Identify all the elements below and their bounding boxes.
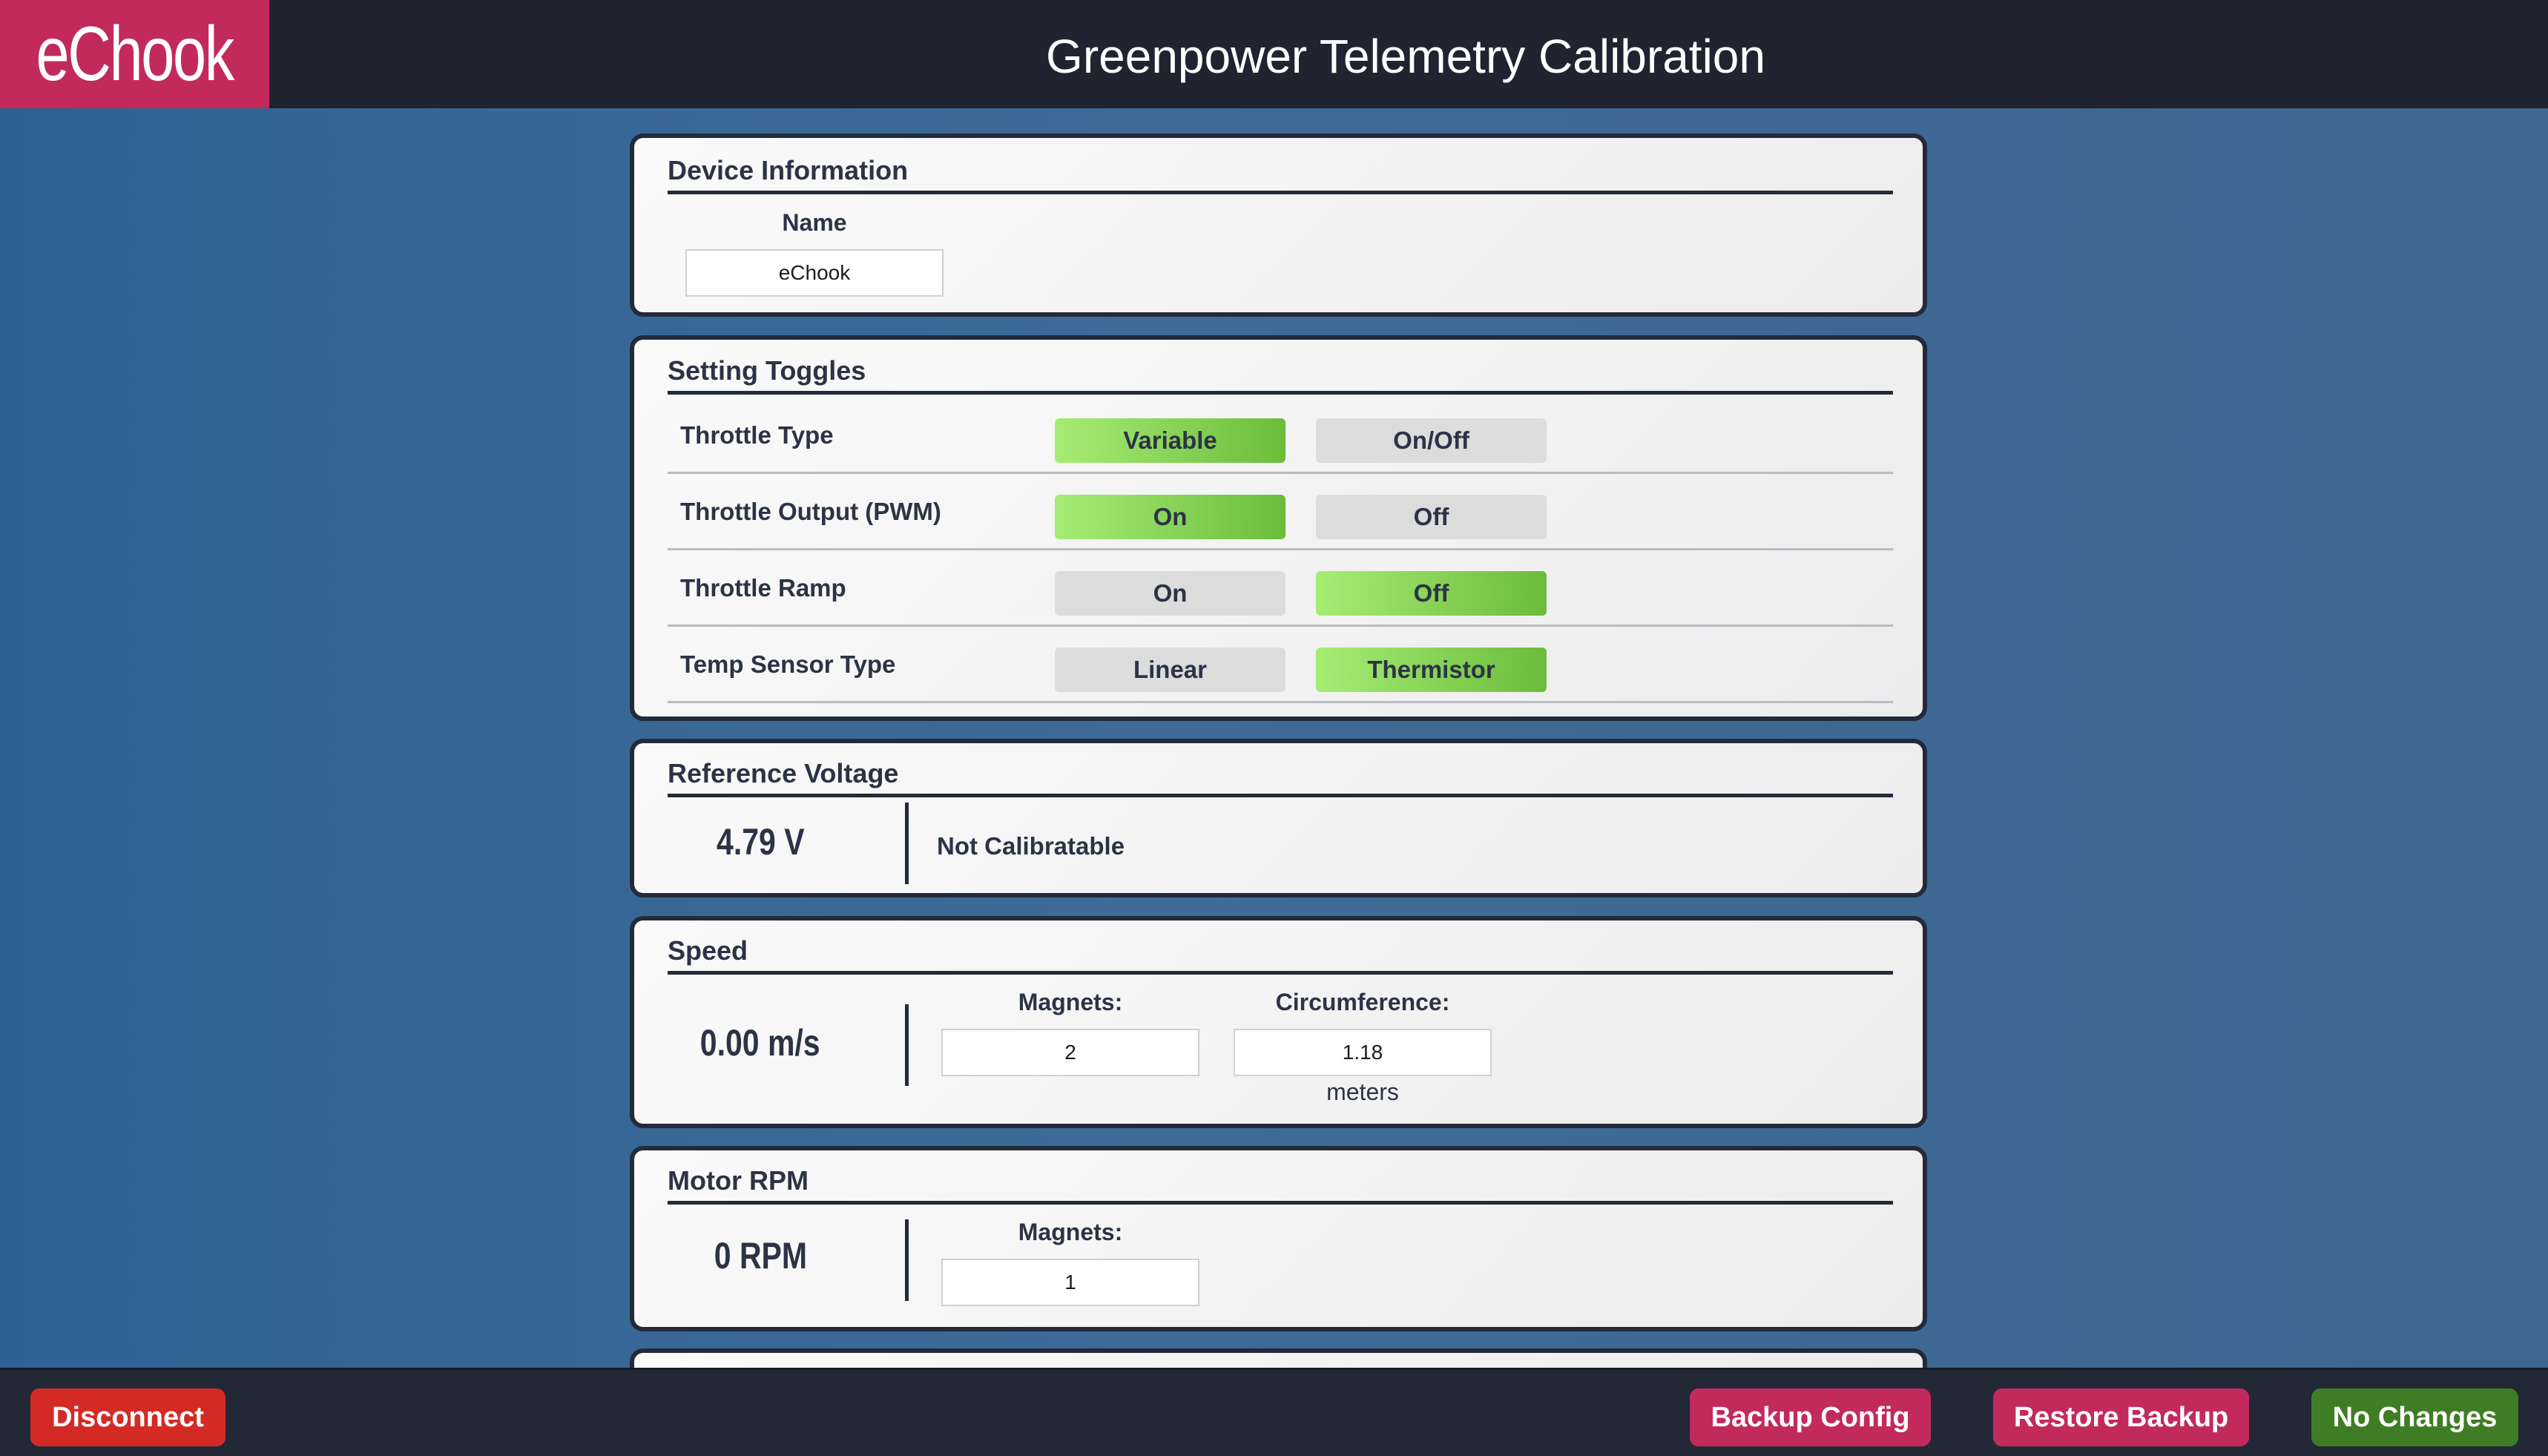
toggle-row-throttle-output: Throttle Output (PWM) On Off [668, 473, 1893, 550]
throttle-ramp-on-button[interactable]: On [1055, 571, 1285, 616]
speed-magnets-label: Magnets: [1018, 989, 1123, 1015]
device-name-input[interactable]: eChook [685, 249, 944, 297]
divider [905, 803, 909, 884]
reference-voltage-reading: 4.79 V [716, 821, 805, 863]
restore-backup-button[interactable]: Restore Backup [1993, 1389, 2249, 1446]
page-title: Greenpower Telemetry Calibration [1046, 30, 1765, 83]
backup-config-button[interactable]: Backup Config [1690, 1389, 1931, 1446]
speed-reading: 0.00 m/s [700, 1022, 820, 1064]
throttle-type-variable-button[interactable]: Variable [1055, 418, 1285, 463]
rpm-magnets-label: Magnets: [1018, 1219, 1123, 1245]
toggle-row-throttle-ramp: Throttle Ramp On Off [668, 550, 1893, 627]
panel-title: Motor RPM [668, 1165, 1893, 1205]
speed-panel: Speed 0.00 m/s Magnets: 2 Circumference:… [630, 916, 1927, 1128]
temp-sensor-thermistor-button[interactable]: Thermistor [1316, 648, 1547, 692]
reference-voltage-panel: Reference Voltage 4.79 V Not Calibratabl… [630, 739, 1927, 897]
toggle-label: Throttle Type [680, 421, 834, 449]
disconnect-button[interactable]: Disconnect [30, 1389, 225, 1446]
circumference-label: Circumference: [1275, 989, 1450, 1015]
panel-title: Speed [668, 935, 1893, 975]
status-no-changes-button[interactable]: No Changes [2311, 1389, 2518, 1446]
toggle-label: Temp Sensor Type [680, 650, 896, 678]
name-label: Name [782, 209, 847, 236]
not-calibratable-note: Not Calibratable [937, 832, 1125, 860]
motor-rpm-panel: Motor RPM 0 RPM Magnets: 1 [630, 1146, 1927, 1331]
device-information-panel: Device Information Name eChook [630, 134, 1927, 317]
toggle-row-temp-sensor: Temp Sensor Type Linear Thermistor [668, 626, 1893, 703]
temp-sensor-linear-button[interactable]: Linear [1055, 648, 1285, 692]
divider [905, 1004, 909, 1086]
toggle-label: Throttle Output (PWM) [680, 498, 941, 525]
throttle-output-on-button[interactable]: On [1055, 495, 1285, 539]
circumference-unit: meters [1326, 1078, 1399, 1105]
panel-title: Setting Toggles [668, 355, 1893, 395]
panel-title: Reference Voltage [668, 758, 1893, 797]
divider [905, 1219, 909, 1301]
throttle-ramp-off-button[interactable]: Off [1316, 571, 1547, 616]
toggle-row-throttle-type: Throttle Type Variable On/Off [668, 397, 1893, 474]
panel-title: Device Information [668, 155, 1893, 194]
rpm-magnets-input[interactable]: 1 [941, 1259, 1199, 1306]
app-header: eChook Greenpower Telemetry Calibration [0, 0, 2548, 108]
speed-magnets-input[interactable]: 2 [941, 1029, 1199, 1076]
motor-rpm-reading: 0 RPM [714, 1235, 807, 1277]
throttle-type-onoff-button[interactable]: On/Off [1316, 418, 1547, 463]
circumference-input[interactable]: 1.18 [1234, 1029, 1492, 1076]
throttle-output-off-button[interactable]: Off [1316, 495, 1547, 539]
bottom-action-bar: Disconnect Backup Config Restore Backup … [0, 1368, 2548, 1456]
echook-logo: eChook [0, 0, 269, 108]
toggle-label: Throttle Ramp [680, 574, 846, 602]
setting-toggles-panel: Setting Toggles Throttle Type Variable O… [630, 335, 1927, 721]
